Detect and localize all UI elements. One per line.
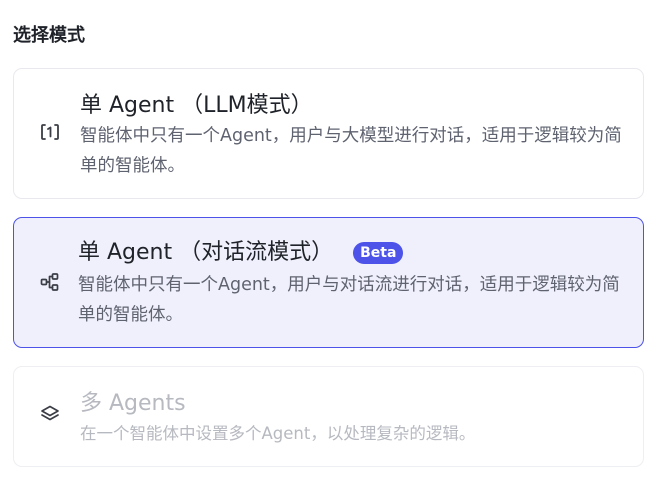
mode-title: 多 Agents (80, 391, 186, 416)
mode-option-multi-agents: 多 Agents 在一个智能体中设置多个Agent，以处理复杂的逻辑。 (13, 366, 644, 467)
mode-description: 智能体中只有一个Agent，用户与大模型进行对话，适用于逻辑较为简单的智能体。 (80, 126, 622, 176)
single-agent-llm-icon (38, 120, 62, 144)
mode-description: 在一个智能体中设置多个Agent，以处理复杂的逻辑。 (80, 424, 476, 443)
beta-badge: Beta (353, 242, 404, 264)
mode-title: 单 Agent （LLM模式） (80, 93, 313, 118)
mode-option-single-agent-llm[interactable]: 单 Agent （LLM模式） 智能体中只有一个Agent，用户与大模型进行对话… (13, 68, 644, 199)
mode-description: 智能体中只有一个Agent，用户与对话流进行对话，适用于逻辑较为简单的智能体。 (78, 275, 620, 325)
workflow-nodes-icon (38, 270, 62, 294)
mode-option-single-agent-dialogflow[interactable]: 单 Agent （对话流模式） Beta 智能体中只有一个Agent，用户与对话… (13, 217, 644, 348)
section-title: 选择模式 (13, 25, 85, 46)
mode-title: 单 Agent （对话流模式） (78, 240, 334, 265)
layers-icon (38, 402, 62, 426)
